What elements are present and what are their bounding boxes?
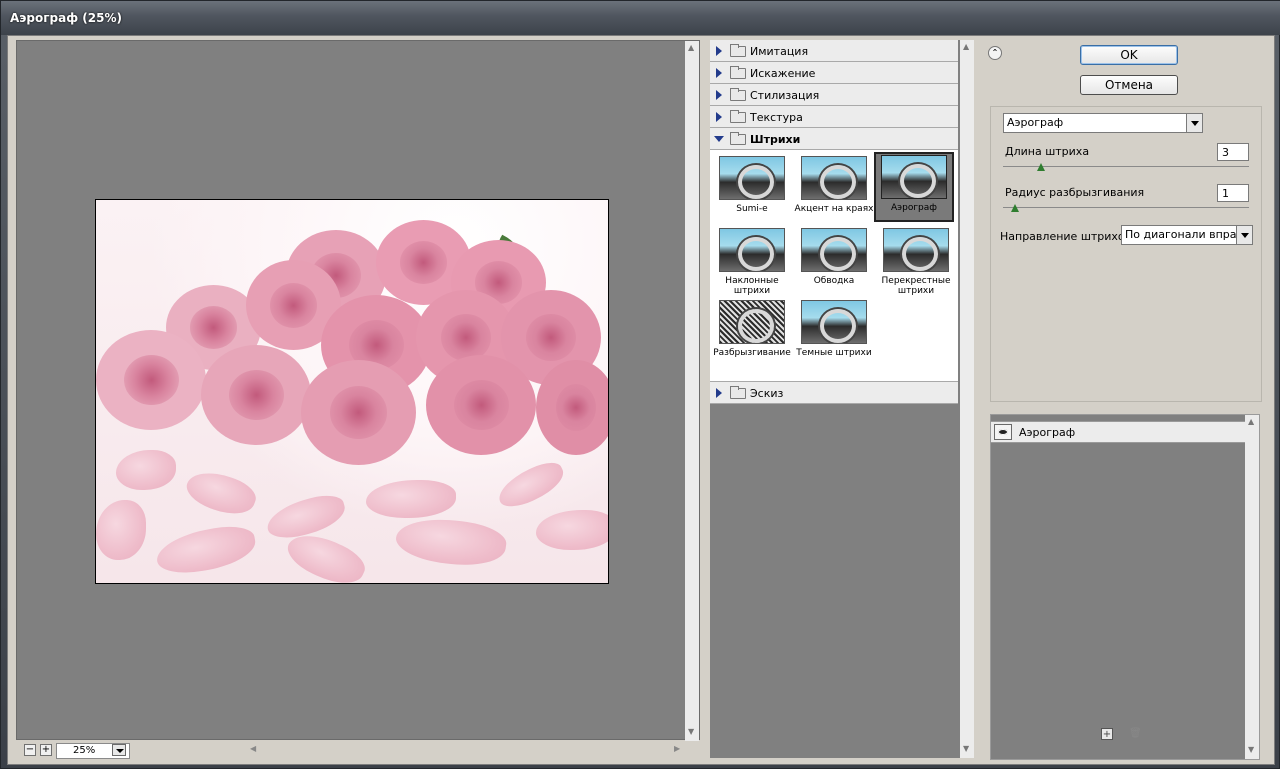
category-label: Искажение bbox=[750, 67, 816, 80]
filter-select-value: Аэрограф bbox=[1007, 116, 1064, 129]
preview-vertical-scrollbar[interactable]: ▲ ▼ bbox=[685, 41, 699, 741]
stroke-length-label: Длина штриха bbox=[1005, 145, 1090, 158]
filter-gallery-window: Аэрограф (25%) ▲ ▼ − + 25% ◀ ▶ Имитация … bbox=[0, 0, 1280, 769]
scroll-down-icon[interactable]: ▼ bbox=[688, 727, 694, 736]
filter-thumb-sumi-e[interactable]: Sumi-e bbox=[712, 156, 792, 214]
filter-settings-panel: Аэрограф Длина штриха 3 Радиус разбрызги… bbox=[990, 106, 1262, 402]
filter-thumb-label: Акцент на краях bbox=[794, 204, 874, 214]
folder-icon bbox=[730, 44, 746, 57]
effect-layer-row[interactable]: Аэрограф bbox=[991, 421, 1245, 443]
brush-strokes-thumbnails: Sumi-e Акцент на краях Аэрограф Наклонны… bbox=[710, 150, 958, 382]
preview-area[interactable]: ▲ ▼ bbox=[16, 40, 700, 741]
category-distortion[interactable]: Искажение bbox=[710, 62, 958, 84]
zoom-in-button[interactable]: + bbox=[40, 744, 52, 756]
effect-layer-label: Аэрограф bbox=[1019, 426, 1076, 439]
ok-button[interactable]: OK bbox=[1080, 45, 1178, 65]
filter-thumb-label: Перекрестные штрихи bbox=[881, 276, 951, 296]
category-label: Имитация bbox=[750, 45, 809, 58]
dialog-client-area: ▲ ▼ − + 25% ◀ ▶ Имитация Искажение Стили… bbox=[7, 35, 1275, 765]
stroke-length-input[interactable]: 3 bbox=[1217, 143, 1249, 161]
cancel-button[interactable]: Отмена bbox=[1080, 75, 1178, 95]
scroll-up-icon[interactable]: ▲ bbox=[963, 42, 969, 51]
filter-thumb-accented-edges[interactable]: Акцент на краях bbox=[794, 156, 874, 214]
filter-thumb-spatter[interactable]: Разбрызгивание bbox=[712, 300, 792, 358]
slider-handle[interactable] bbox=[1011, 204, 1019, 212]
stroke-direction-label: Направление штрихов: bbox=[1000, 230, 1135, 243]
slider-handle[interactable] bbox=[1037, 163, 1045, 171]
filter-thumb-label: Разбрызгивание bbox=[713, 348, 791, 358]
zoom-out-button[interactable]: − bbox=[24, 744, 36, 756]
title-bar[interactable]: Аэрограф (25%) bbox=[1, 1, 1280, 35]
filter-thumb-crosshatch[interactable]: Перекрестные штрихи bbox=[876, 228, 956, 296]
filter-select[interactable]: Аэрограф bbox=[1003, 113, 1203, 133]
filter-thumb-dark-strokes[interactable]: Темные штрихи bbox=[794, 300, 874, 358]
category-imitation[interactable]: Имитация bbox=[710, 40, 958, 62]
eye-icon[interactable] bbox=[994, 424, 1012, 440]
folder-icon bbox=[730, 132, 746, 145]
effect-layers-panel: Аэрограф ▲ ▼ bbox=[990, 414, 1260, 760]
scroll-right-icon[interactable]: ▶ bbox=[674, 744, 680, 753]
expand-triangle-icon[interactable] bbox=[716, 112, 722, 122]
scroll-up-icon[interactable]: ▲ bbox=[688, 43, 694, 52]
new-effect-layer-icon[interactable]: + bbox=[1101, 728, 1113, 740]
filter-thumb-label: Наклонные штрихи bbox=[725, 276, 779, 296]
collapse-gallery-button[interactable]: ⌃ bbox=[988, 46, 1002, 60]
category-sketch[interactable]: Эскиз bbox=[710, 382, 958, 404]
scroll-down-icon[interactable]: ▼ bbox=[963, 744, 969, 753]
filter-preview-thumbnail bbox=[801, 300, 867, 344]
layers-scrollbar[interactable]: ▲ ▼ bbox=[1245, 415, 1259, 759]
filter-thumb-angled-strokes[interactable]: Наклонные штрихи bbox=[712, 228, 792, 296]
filter-preview-thumbnail bbox=[801, 156, 867, 200]
filter-preview-thumbnail bbox=[719, 300, 785, 344]
spray-radius-label: Радиус разбрызгивания bbox=[1005, 186, 1145, 199]
filter-list-scrollbar[interactable]: ▲ ▼ bbox=[960, 40, 974, 758]
zoom-bar: − + 25% ◀ ▶ bbox=[16, 742, 700, 760]
filter-preview-thumbnail bbox=[801, 228, 867, 272]
expand-triangle-icon[interactable] bbox=[716, 388, 722, 398]
expand-triangle-icon[interactable] bbox=[716, 90, 722, 100]
category-brush-strokes[interactable]: Штрихи bbox=[710, 128, 958, 150]
folder-icon bbox=[730, 110, 746, 123]
filter-thumb-spatter-airbrush[interactable]: Аэрограф bbox=[874, 152, 954, 222]
stroke-direction-value: По диагонали вправо bbox=[1125, 228, 1250, 241]
category-label: Текстура bbox=[750, 111, 803, 124]
expand-triangle-icon[interactable] bbox=[716, 46, 722, 56]
filter-thumb-label: Аэрограф bbox=[891, 203, 937, 213]
spray-radius-input[interactable]: 1 bbox=[1217, 184, 1249, 202]
zoom-dropdown-icon[interactable] bbox=[112, 744, 126, 756]
preview-image bbox=[95, 199, 609, 584]
filter-preview-thumbnail bbox=[881, 155, 947, 199]
folder-icon bbox=[730, 386, 746, 399]
category-stylize[interactable]: Стилизация bbox=[710, 84, 958, 106]
spray-radius-slider[interactable] bbox=[1003, 204, 1249, 212]
category-label: Штрихи bbox=[750, 133, 801, 146]
preview-horizontal-scrollbar[interactable]: ◀ ▶ bbox=[250, 744, 686, 756]
stroke-direction-select[interactable]: По диагонали вправо bbox=[1121, 225, 1253, 245]
expand-triangle-icon[interactable] bbox=[716, 68, 722, 78]
filter-preview-thumbnail bbox=[883, 228, 949, 272]
filter-gallery-list: Имитация Искажение Стилизация Текстура Ш… bbox=[710, 40, 974, 758]
filter-preview-thumbnail bbox=[719, 156, 785, 200]
chevron-down-icon[interactable] bbox=[1186, 114, 1202, 132]
filter-thumb-label: Темные штрихи bbox=[796, 348, 872, 358]
collapse-triangle-icon[interactable] bbox=[714, 136, 724, 142]
folder-icon bbox=[730, 66, 746, 79]
category-texture[interactable]: Текстура bbox=[710, 106, 958, 128]
scroll-left-icon[interactable]: ◀ bbox=[250, 744, 256, 753]
filter-preview-thumbnail bbox=[719, 228, 785, 272]
window-title: Аэрограф (25%) bbox=[10, 11, 122, 25]
scroll-down-icon[interactable]: ▼ bbox=[1248, 745, 1254, 754]
chevron-down-icon[interactable] bbox=[1236, 226, 1252, 244]
filter-thumb-ink-outlines[interactable]: Обводка bbox=[794, 228, 874, 286]
filter-thumb-label: Обводка bbox=[813, 276, 855, 286]
trash-icon[interactable]: 🗑 bbox=[1129, 728, 1142, 740]
category-label: Стилизация bbox=[750, 89, 820, 102]
stroke-length-slider[interactable] bbox=[1003, 163, 1249, 171]
filter-thumb-label: Sumi-e bbox=[736, 204, 768, 214]
folder-icon bbox=[730, 88, 746, 101]
scroll-up-icon[interactable]: ▲ bbox=[1248, 417, 1254, 426]
category-label: Эскиз bbox=[750, 387, 784, 400]
